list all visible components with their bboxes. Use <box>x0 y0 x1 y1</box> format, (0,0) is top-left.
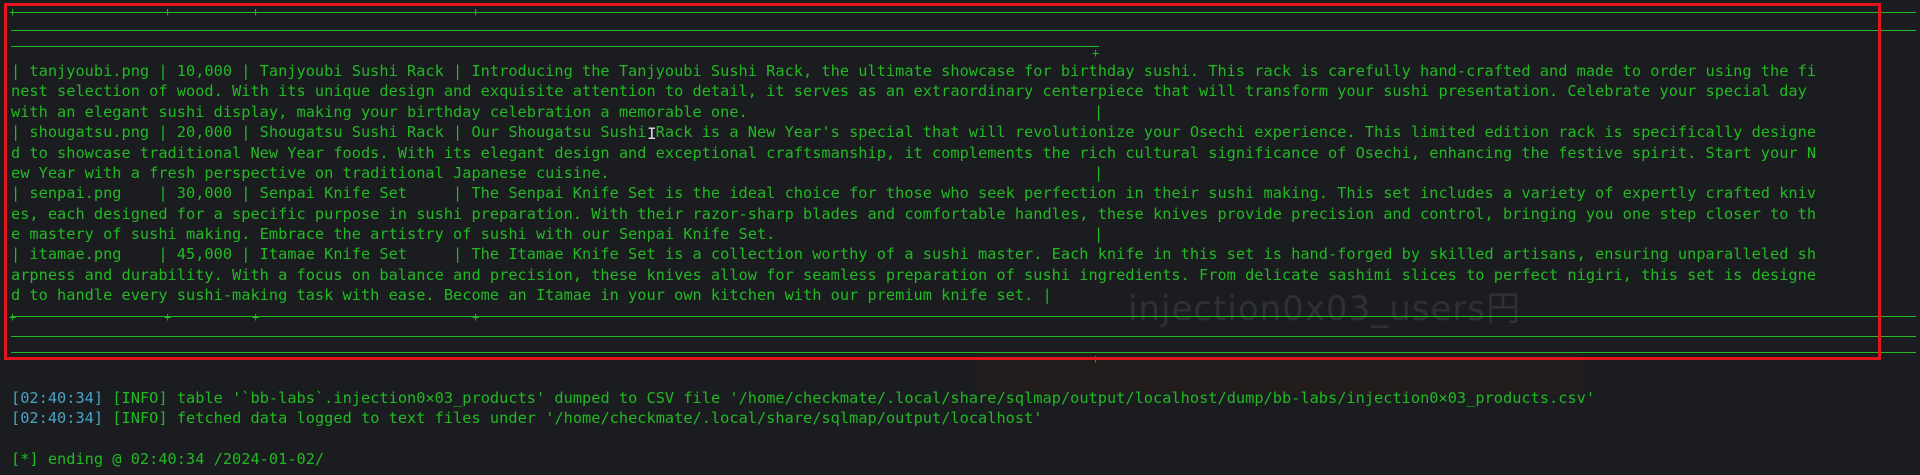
selection-highlight <box>4 3 1881 360</box>
log-timestamp: [02:40:34] <box>11 409 104 427</box>
text-cursor-icon: I <box>647 124 657 143</box>
log-level: [INFO] <box>112 409 168 427</box>
log-level: [INFO] <box>112 389 168 407</box>
log-line: [02:40:34] [INFO] fetched data logged to… <box>11 408 1043 428</box>
log-message: table '`bb-labs`.injection0×03_products'… <box>176 389 1596 407</box>
log-line: [02:40:34] [INFO] table '`bb-labs`.injec… <box>11 388 1595 408</box>
terminal-output[interactable]: + + + + + | tanjyoubi.png | 10,000 | Tan… <box>0 0 1920 475</box>
log-message: fetched data logged to text files under … <box>176 409 1043 427</box>
log-timestamp: [02:40:34] <box>11 389 104 407</box>
ending-line: [*] ending @ 02:40:34 /2024-01-02/ <box>11 450 325 468</box>
